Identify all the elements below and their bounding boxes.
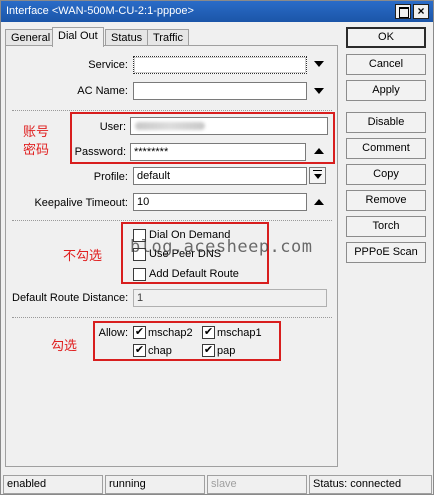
service-label: Service: bbox=[88, 59, 128, 71]
tab-status[interactable]: Status bbox=[105, 29, 149, 46]
status-enabled: enabled bbox=[3, 475, 103, 494]
annotation-password: 密码 bbox=[23, 142, 50, 157]
separator bbox=[12, 220, 332, 221]
comment-button[interactable]: Comment bbox=[346, 138, 426, 159]
ac-name-dropdown-icon[interactable] bbox=[314, 88, 324, 94]
status-running: running bbox=[105, 475, 205, 494]
maximize-icon[interactable] bbox=[395, 4, 411, 19]
separator bbox=[12, 317, 332, 318]
service-input[interactable] bbox=[133, 56, 307, 74]
status-slave: slave bbox=[207, 475, 307, 494]
copy-button[interactable]: Copy bbox=[346, 164, 426, 185]
default-route-distance-label: Default Route Distance: bbox=[12, 292, 129, 304]
profile-dropdown-icon[interactable] bbox=[309, 167, 326, 184]
keepalive-label: Keepalive Timeout: bbox=[34, 197, 128, 209]
tab-traffic[interactable]: Traffic bbox=[147, 29, 189, 46]
torch-button[interactable]: Torch bbox=[346, 216, 426, 237]
ac-name-label: AC Name: bbox=[77, 85, 128, 97]
status-bar: enabled running slave Status: connected bbox=[3, 475, 433, 494]
separator bbox=[12, 110, 332, 111]
credentials-highlight-box bbox=[70, 112, 335, 164]
status-connection: Status: connected bbox=[309, 475, 432, 494]
profile-label: Profile: bbox=[93, 171, 128, 183]
title-bar[interactable]: Interface <WAN-500M-CU-2:1-pppoe> × bbox=[1, 1, 433, 22]
apply-button[interactable]: Apply bbox=[346, 80, 426, 101]
watermark-text: blog.acesheep.com bbox=[130, 237, 313, 257]
tab-general[interactable]: General bbox=[5, 29, 57, 46]
ok-button[interactable]: OK bbox=[346, 27, 426, 48]
service-dropdown-icon[interactable] bbox=[314, 61, 324, 67]
cancel-button[interactable]: Cancel bbox=[346, 54, 426, 75]
checked-options-highlight-box bbox=[93, 321, 281, 361]
annotation-account: 账号 bbox=[23, 124, 50, 139]
window-title: Interface <WAN-500M-CU-2:1-pppoe> bbox=[6, 5, 194, 17]
ac-name-input[interactable] bbox=[133, 82, 307, 100]
remove-button[interactable]: Remove bbox=[346, 190, 426, 211]
keepalive-toggle-icon[interactable] bbox=[314, 199, 324, 205]
profile-select[interactable]: default bbox=[133, 167, 307, 185]
close-icon[interactable]: × bbox=[413, 4, 429, 19]
annotation-unchecked: 不勾选 bbox=[63, 248, 103, 263]
default-route-distance-input: 1 bbox=[133, 289, 327, 307]
tab-dial-out[interactable]: Dial Out bbox=[52, 27, 104, 47]
disable-button[interactable]: Disable bbox=[346, 112, 426, 133]
pppoe-scan-button[interactable]: PPPoE Scan bbox=[346, 242, 426, 263]
keepalive-input[interactable]: 10 bbox=[133, 193, 307, 211]
interface-window: Interface <WAN-500M-CU-2:1-pppoe> × Gene… bbox=[0, 0, 434, 495]
annotation-checked: 勾选 bbox=[51, 338, 78, 353]
